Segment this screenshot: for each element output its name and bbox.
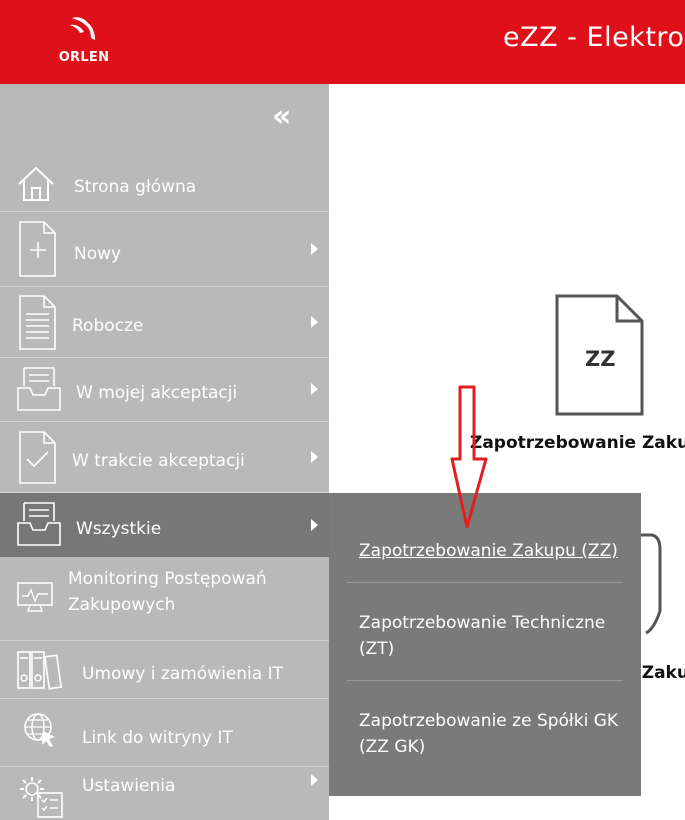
submenu-divider: [347, 680, 623, 681]
submenu-item-zt[interactable]: Zapotrzebowanie Techniczne (ZT): [359, 610, 623, 662]
sidebar-item-label: Wszystkie: [76, 519, 162, 539]
chevron-right-icon: [311, 451, 318, 463]
draft-document-icon: [19, 295, 56, 350]
inbox-tray-icon: [17, 367, 61, 411]
sidebar-item-label: Strona główna: [74, 177, 197, 197]
submenu-item-label-line1: Zapotrzebowanie Techniczne: [359, 613, 606, 633]
sidebar-item-label-line1: Monitoring Postępowań: [68, 569, 267, 589]
chevron-right-icon: [311, 519, 318, 531]
sidebar-item-in-approval[interactable]: W trakcie akceptacji: [0, 422, 329, 493]
sidebar-item-drafts[interactable]: Robocze: [0, 287, 329, 358]
inbox-tray-icon: [17, 502, 61, 546]
monitor-icon: [17, 582, 53, 612]
orlen-eagle-icon: [70, 17, 95, 40]
sidebar-item-label: Link do witryny IT: [82, 728, 233, 748]
submenu-item-label-line2: (ZT): [359, 639, 395, 659]
zz-document-label: ZZ: [585, 347, 616, 371]
new-document-icon: [19, 221, 56, 277]
sidebar-item-it-site-link[interactable]: Link do witryny IT: [0, 699, 329, 767]
home-icon: [18, 166, 54, 201]
submenu-item-zz[interactable]: Zapotrzebowanie Zakupu (ZZ): [359, 538, 623, 564]
tile-title-purchase-demand[interactable]: Zapotrzebowanie Zakupu: [470, 433, 685, 453]
sidebar-item-monitoring[interactable]: Monitoring Postępowań Zakupowych: [0, 557, 329, 641]
orlen-logo[interactable]: ORLEN: [56, 14, 112, 70]
submenu-all: Zapotrzebowanie Zakupu (ZZ) Zapotrzebowa…: [329, 493, 641, 796]
submenu-divider: [347, 582, 623, 583]
sidebar: « Strona główna Nowy Robocze W mojej akc…: [0, 84, 329, 820]
sidebar-item-all[interactable]: Wszystkie: [0, 493, 329, 557]
sidebar-item-label: Robocze: [72, 316, 144, 336]
app-title: eZZ - Elektron: [503, 22, 685, 53]
sidebar-item-label: W mojej akceptacji: [76, 383, 238, 403]
sidebar-item-settings[interactable]: Ustawienia: [0, 767, 329, 820]
sidebar-item-contracts[interactable]: Umowy i zamówienia IT: [0, 641, 329, 699]
sidebar-item-my-approval[interactable]: W mojej akceptacji: [0, 358, 329, 422]
sidebar-item-new[interactable]: Nowy: [0, 212, 329, 287]
logo-text: ORLEN: [58, 50, 110, 65]
globe-cursor-icon: [24, 713, 55, 747]
chevron-right-icon: [311, 774, 318, 786]
check-document-icon: [19, 431, 56, 484]
sidebar-item-home[interactable]: Strona główna: [0, 158, 329, 212]
collapse-sidebar-button[interactable]: «: [272, 102, 291, 132]
app-header: ORLEN eZZ - Elektron: [0, 0, 685, 84]
sidebar-item-label: W trakcie akceptacji: [72, 451, 245, 471]
submenu-item-label-line2: (ZZ GK): [359, 737, 426, 757]
chevron-right-icon: [311, 383, 318, 395]
sidebar-item-label: Nowy: [74, 244, 122, 264]
binders-icon: [17, 651, 63, 690]
submenu-item-label-line1: Zapotrzebowanie ze Spółki GK: [359, 711, 619, 731]
chevron-right-icon: [311, 243, 318, 255]
sidebar-item-label: Ustawienia: [82, 776, 176, 796]
sidebar-item-label: Umowy i zamówienia IT: [82, 664, 284, 684]
submenu-item-zz-gk[interactable]: Zapotrzebowanie ze Spółki GK (ZZ GK): [359, 708, 623, 760]
submenu-item-label: Zapotrzebowanie Zakupu (ZZ): [359, 541, 618, 561]
settings-gear-icon: [20, 777, 63, 818]
chevron-right-icon: [311, 316, 318, 328]
sidebar-item-label-line2: Zakupowych: [68, 595, 176, 615]
